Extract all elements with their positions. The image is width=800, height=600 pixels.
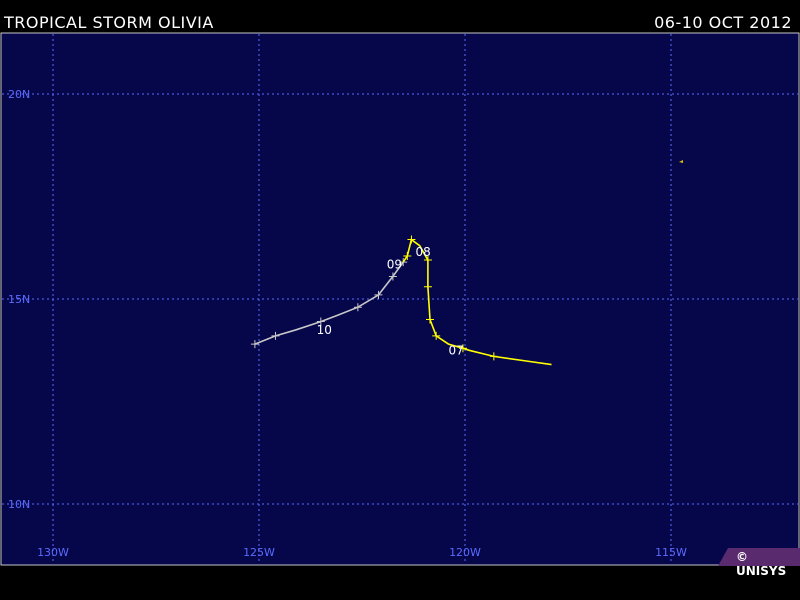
ocean-area: [0, 32, 800, 566]
lat-tick-label: 20N: [8, 88, 30, 101]
track-map: 130W 125W 120W 115W 20N 15N 10N 07 08 09 10: [0, 32, 800, 566]
day-label: 08: [416, 245, 431, 259]
day-label: 10: [317, 323, 332, 337]
day-label: 07: [449, 343, 464, 357]
lon-tick-label: 115W: [655, 546, 687, 559]
unisys-logo: © UNISYS: [736, 550, 787, 578]
lat-tick-label: 15N: [8, 293, 30, 306]
lon-tick-label: 125W: [243, 546, 275, 559]
day-label: 09: [387, 257, 402, 271]
lat-tick-label: 10N: [8, 498, 30, 511]
lon-tick-label: 130W: [37, 546, 69, 559]
lon-tick-label: 120W: [449, 546, 481, 559]
